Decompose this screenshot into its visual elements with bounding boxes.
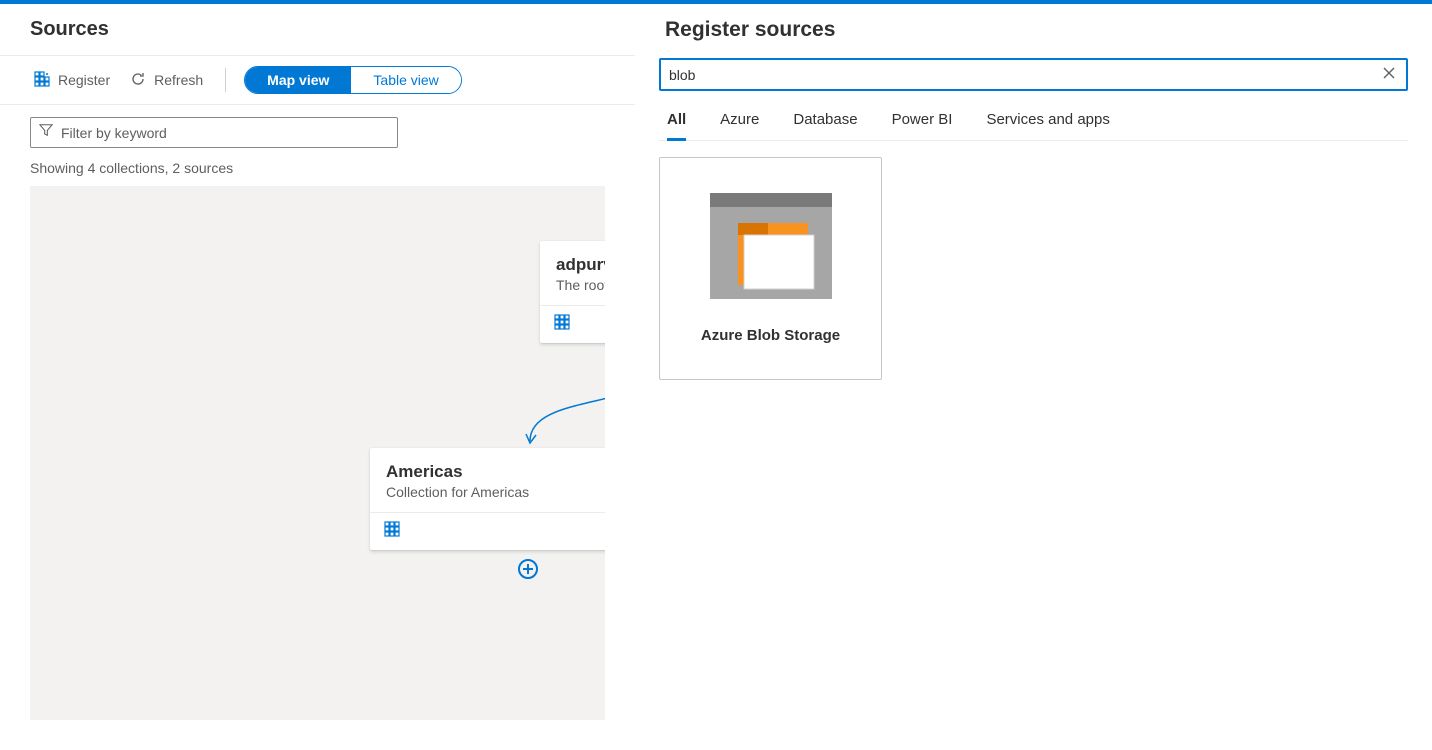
source-card-blob[interactable]: Azure Blob Storage [659,157,882,380]
tab-all[interactable]: All [667,99,686,141]
filter-row [0,105,635,154]
toolbar-divider [225,68,226,92]
grid-icon [384,521,400,542]
refresh-icon [130,71,146,90]
source-card-label: Azure Blob Storage [701,327,840,344]
toolbar: Register Refresh Map view Table view [0,55,635,105]
sources-panel: Sources Register [0,4,635,750]
register-panel: Register sources All Azure Database Powe… [635,4,1432,750]
map-node-subtitle: The root c [556,277,605,293]
map-view-button[interactable]: Map view [245,67,351,93]
map-node-title: Americas [386,462,605,482]
tab-azure[interactable]: Azure [720,99,759,141]
connector-line [510,361,605,451]
clear-search-button[interactable] [1380,64,1398,85]
tab-services[interactable]: Services and apps [986,99,1109,141]
page-title: Sources [0,4,635,55]
table-view-button[interactable]: Table view [351,67,460,93]
results-grid: Azure Blob Storage [659,141,1408,396]
filter-icon [39,123,53,142]
map-node-subtitle: Collection for Americas [386,484,605,500]
summary-text: Showing 4 collections, 2 sources [0,154,635,186]
tab-database[interactable]: Database [793,99,857,141]
refresh-label: Refresh [154,72,203,88]
register-icon [34,71,50,90]
panel-title: Register sources [659,4,1408,58]
grid-icon [554,314,570,335]
filter-input-wrap[interactable] [30,117,398,148]
add-icon[interactable] [517,558,539,580]
tabs: All Azure Database Power BI Services and… [659,99,1408,141]
tab-powerbi[interactable]: Power BI [892,99,953,141]
blob-storage-icon [710,193,832,299]
register-button[interactable]: Register [30,67,114,94]
register-label: Register [58,72,110,88]
view-toggle: Map view Table view [244,66,462,94]
map-canvas[interactable]: adpurvi The root c [30,186,605,720]
map-node-root[interactable]: adpurvi The root c [540,241,605,343]
map-node-americas[interactable]: Americas Collection for Americas View d [370,448,605,550]
filter-input[interactable] [61,125,389,141]
close-icon [1382,68,1396,83]
map-node-title: adpurvi [556,255,605,275]
search-wrap[interactable] [659,58,1408,91]
refresh-button[interactable]: Refresh [126,67,207,94]
search-input[interactable] [669,65,1372,85]
